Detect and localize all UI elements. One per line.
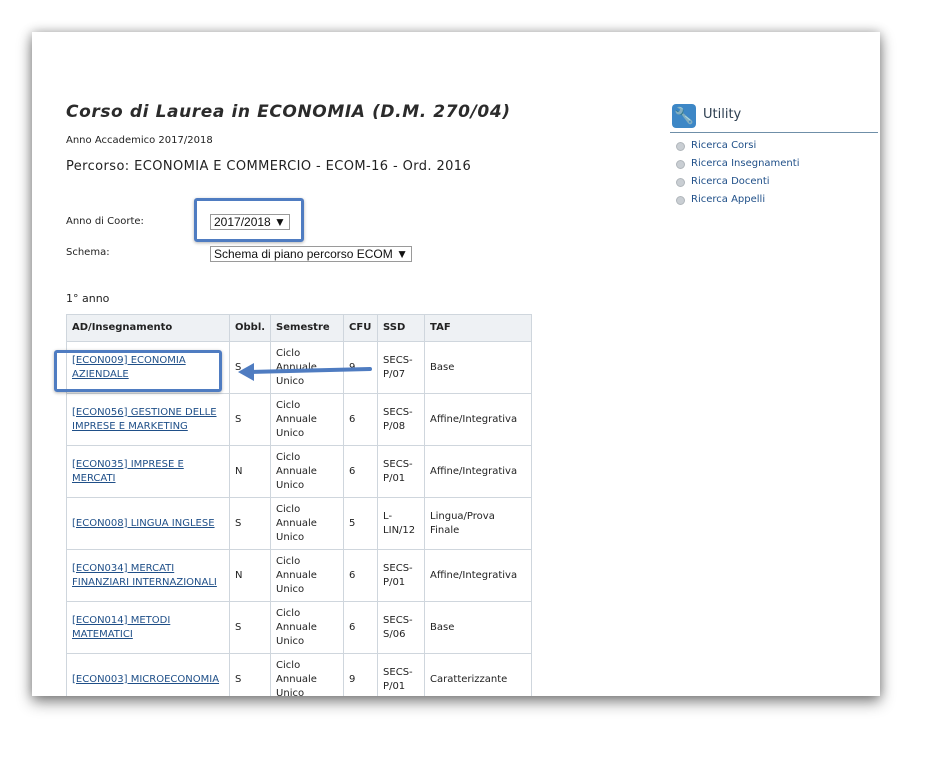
cell-semestre: Ciclo Annuale Unico (270, 549, 345, 602)
bullet-icon (676, 196, 685, 205)
table-row: [ECON034] MERCATI FINANZIARI INTERNAZION… (66, 549, 533, 602)
page-card: Corso di Laurea in ECONOMIA (D.M. 270/04… (32, 32, 880, 696)
cell-cfu: 6 (343, 549, 379, 602)
academic-year: Anno Accademico 2017/2018 (66, 135, 213, 146)
cell-ssd: SECS-P/01 (377, 445, 426, 498)
cell-ssd: SECS-P/08 (377, 393, 426, 446)
table-row: [ECON008] LINGUA INGLESE S Ciclo Annuale… (66, 497, 533, 550)
cell-taf: Base (424, 341, 533, 394)
bullet-icon (676, 160, 685, 169)
col-cfu: CFU (343, 314, 379, 342)
cell-semestre: Ciclo Annuale Unico (270, 393, 345, 446)
cell-semestre: Ciclo Annuale Unico (270, 445, 345, 498)
cell-semestre: Ciclo Annuale Unico (270, 653, 345, 696)
utility-links: Ricerca Corsi Ricerca Insegnamenti Ricer… (670, 133, 878, 209)
course-link[interactable]: [ECON008] LINGUA INGLESE (72, 518, 215, 529)
cell-obbl: S (228, 653, 272, 696)
cell-obbl: S (228, 497, 272, 550)
bullet-icon (676, 178, 685, 187)
link-ricerca-docenti[interactable]: Ricerca Docenti (691, 176, 770, 187)
cell-taf: Base (424, 601, 533, 654)
cell-taf: Affine/Integrativa (424, 445, 533, 498)
cell-ssd: SECS-S/06 (377, 601, 426, 654)
table-row: [ECON035] IMPRESE E MERCATI N Ciclo Annu… (66, 445, 533, 498)
cell-cfu: 9 (343, 341, 379, 394)
utility-title: Utility (703, 107, 742, 122)
col-obbl: Obbl. (228, 314, 272, 342)
cell-obbl: N (228, 445, 272, 498)
course-link[interactable]: [ECON035] IMPRESE E MERCATI (72, 459, 184, 484)
course-link[interactable]: [ECON034] MERCATI FINANZIARI INTERNAZION… (72, 563, 217, 588)
cell-taf: Caratterizzante (424, 653, 533, 696)
cell-semestre: Ciclo Annuale Unico (270, 497, 345, 550)
utility-item: Ricerca Insegnamenti (676, 155, 878, 173)
cell-taf: Lingua/Prova Finale (424, 497, 533, 550)
cell-taf: Affine/Integrativa (424, 549, 533, 602)
utility-item: Ricerca Docenti (676, 173, 878, 191)
cell-ssd: SECS-P/07 (377, 341, 426, 394)
percorso-title: Percorso: ECONOMIA E COMMERCIO - ECOM-16… (66, 159, 472, 174)
col-insegnamento: AD/Insegnamento (66, 314, 230, 342)
link-ricerca-corsi[interactable]: Ricerca Corsi (691, 140, 756, 151)
bullet-icon (676, 142, 685, 151)
cell-obbl: S (228, 393, 272, 446)
cell-ssd: SECS-P/01 (377, 653, 426, 696)
table-row: [ECON014] METODI MATEMATICI S Ciclo Annu… (66, 601, 533, 654)
table-row: [ECON056] GESTIONE DELLE IMPRESE E MARKE… (66, 393, 533, 446)
cell-cfu: 5 (343, 497, 379, 550)
cell-semestre: Ciclo Annuale Unico (270, 341, 345, 394)
course-link[interactable]: [ECON056] GESTIONE DELLE IMPRESE E MARKE… (72, 407, 217, 432)
course-highlight-box (54, 350, 222, 392)
cell-semestre: Ciclo Annuale Unico (270, 601, 345, 654)
year-heading: 1° anno (66, 292, 110, 305)
cell-taf: Affine/Integrativa (424, 393, 533, 446)
cell-obbl: S (228, 601, 272, 654)
table-header-row: AD/Insegnamento Obbl. Semestre CFU SSD T… (66, 314, 533, 342)
link-ricerca-appelli[interactable]: Ricerca Appelli (691, 194, 765, 205)
schema-select[interactable]: Schema di piano percorso ECOM ▼ (210, 246, 412, 262)
cell-cfu: 6 (343, 393, 379, 446)
utility-item: Ricerca Corsi (676, 137, 878, 155)
utility-header: 🔧 Utility (670, 102, 878, 133)
cell-obbl: N (228, 549, 272, 602)
cell-ssd: SECS-P/01 (377, 549, 426, 602)
cell-cfu: 6 (343, 445, 379, 498)
coorte-highlight-box (194, 198, 304, 242)
page-title: Corso di Laurea in ECONOMIA (D.M. 270/04… (66, 102, 511, 122)
course-link[interactable]: [ECON003] MICROECONOMIA (72, 674, 219, 685)
col-semestre: Semestre (270, 314, 345, 342)
coorte-label: Anno di Coorte: (66, 216, 144, 227)
col-taf: TAF (424, 314, 533, 342)
table-row: [ECON003] MICROECONOMIA S Ciclo Annuale … (66, 653, 533, 696)
cell-ssd: L-LIN/12 (377, 497, 426, 550)
schema-label: Schema: (66, 247, 110, 258)
course-link[interactable]: [ECON014] METODI MATEMATICI (72, 615, 170, 640)
col-ssd: SSD (377, 314, 426, 342)
wrench-icon: 🔧 (672, 104, 696, 128)
link-ricerca-insegnamenti[interactable]: Ricerca Insegnamenti (691, 158, 799, 169)
cell-obbl: S (228, 341, 272, 394)
utility-item: Ricerca Appelli (676, 191, 878, 209)
cell-cfu: 9 (343, 653, 379, 696)
utility-panel: 🔧 Utility Ricerca Corsi Ricerca Insegnam… (670, 102, 878, 209)
cell-cfu: 6 (343, 601, 379, 654)
